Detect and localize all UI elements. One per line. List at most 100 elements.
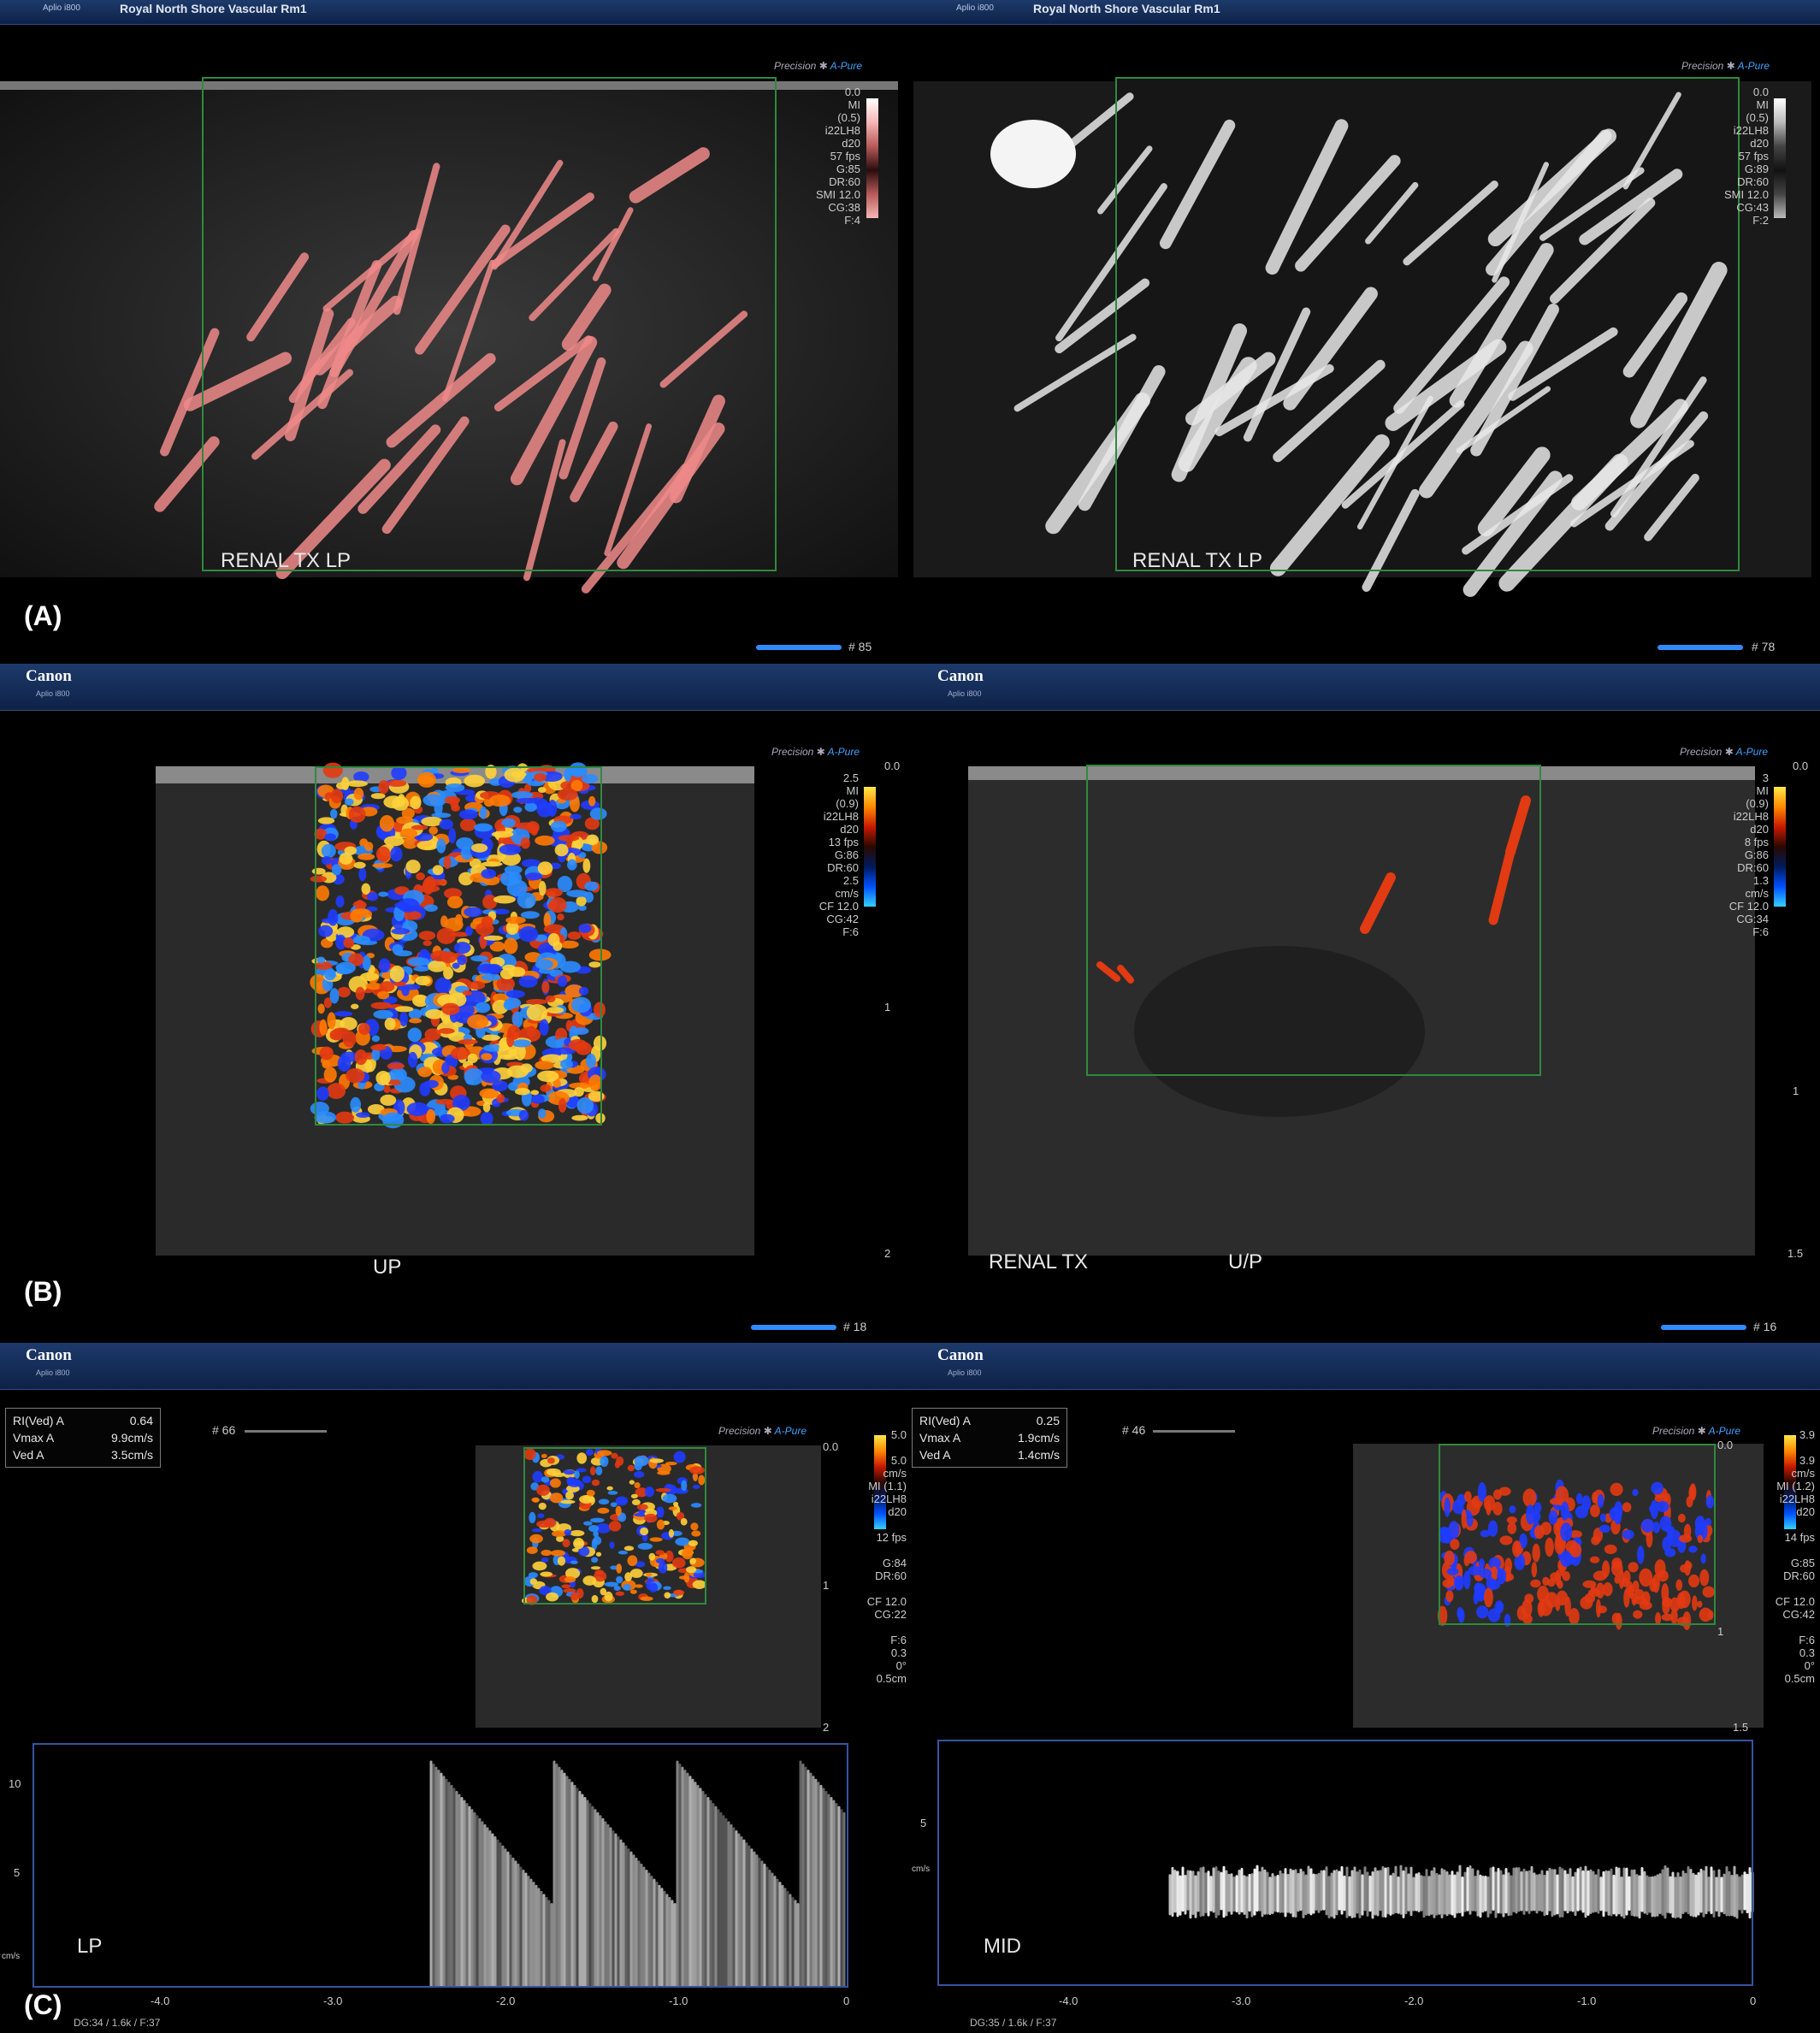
setting-line: 0.0 bbox=[1752, 86, 1769, 98]
setting-line: 3.9 bbox=[1799, 1454, 1815, 1467]
image-label: LP bbox=[77, 1935, 103, 1958]
setting-line: 3 bbox=[1762, 771, 1769, 784]
setting-line: d20 bbox=[1796, 1505, 1815, 1518]
depth-top: 0.0 bbox=[1793, 759, 1809, 772]
x-tick: -4.0 bbox=[1059, 1995, 1078, 2007]
setting-line: 12 fps bbox=[876, 1531, 907, 1544]
velocity-color-scale bbox=[1774, 787, 1786, 907]
depth-mid: 1 bbox=[823, 1579, 830, 1592]
setting-line: G:89 bbox=[1744, 163, 1769, 175]
frame-slider[interactable] bbox=[1661, 1325, 1746, 1330]
depth-top: 0.0 bbox=[823, 1440, 839, 1453]
panel-c-right: Canon Aplio i800 RI(Ved) A 0.25 Vmax A 1.9… bbox=[912, 1343, 1820, 2033]
setting-line: CF 12.0 bbox=[1728, 900, 1769, 913]
depth-mid: 1 bbox=[1717, 1625, 1724, 1638]
setting-line: F:6 bbox=[842, 925, 859, 938]
setting-line: CG:42 bbox=[826, 913, 859, 925]
setting-line bbox=[838, 1441, 907, 1454]
y-unit: cm/s bbox=[912, 1865, 931, 1874]
setting-line: 0.3 bbox=[1799, 1646, 1815, 1659]
roi-box bbox=[202, 77, 777, 571]
setting-line: i22LH8 bbox=[1733, 124, 1769, 137]
setting-line: (0.5) bbox=[837, 111, 860, 124]
setting-line: (0.9) bbox=[1746, 797, 1769, 810]
section-label-b: (B) bbox=[24, 1276, 62, 1307]
settings-column: 2.5 MI (0.9) i22LH8 d20 13 fps G:86 DR:60 2.5 cm/… bbox=[790, 771, 859, 938]
setting-line bbox=[1746, 1621, 1815, 1634]
roi-box bbox=[1086, 765, 1541, 1076]
depth-top: 0.0 bbox=[884, 759, 901, 772]
frame-slider[interactable] bbox=[751, 1325, 836, 1330]
image-label-left: RENAL TX bbox=[989, 1250, 1089, 1274]
mode-label: Precision ✱ A-Pure bbox=[1680, 746, 1768, 758]
image-label: RENAL TX LP bbox=[1132, 549, 1263, 572]
x-tick: -1.0 bbox=[1577, 1995, 1597, 2007]
settings-column: 3.9 3.9 cm/s MI (1.2) i22LH8 d20 14 fps G:85… bbox=[1746, 1428, 1815, 1685]
setting-line: MI (1.2) bbox=[1776, 1480, 1815, 1492]
settings-column: 0.0 MI (0.5) i22LH8 d20 57 fps G:89 DR:60 SMI 12… bbox=[1709, 86, 1769, 227]
footer-settings: DG:35 / 1.6k / F:37 bbox=[970, 2017, 1057, 2029]
y-tick-0: 10 bbox=[9, 1777, 21, 1790]
setting-line: G:86 bbox=[1744, 848, 1769, 861]
setting-line: cm/s bbox=[835, 887, 859, 900]
panel-a-right: Aplio i800 Royal North Shore Vascular Rm… bbox=[913, 0, 1820, 659]
setting-line bbox=[838, 1544, 907, 1557]
y-tick-1: 5 bbox=[14, 1866, 21, 1879]
setting-line: 5.0 bbox=[890, 1428, 907, 1441]
setting-line: 57 fps bbox=[830, 150, 860, 163]
setting-line: MI bbox=[1756, 784, 1769, 797]
roi-box bbox=[1439, 1444, 1716, 1625]
setting-line: CG:43 bbox=[1736, 201, 1769, 214]
smi-color-scale bbox=[866, 98, 878, 218]
setting-line: (0.5) bbox=[1746, 111, 1769, 124]
setting-line: 0° bbox=[1804, 1659, 1815, 1672]
x-tick: -2.0 bbox=[496, 1995, 516, 2007]
setting-line: 0.3 bbox=[890, 1646, 907, 1659]
mode-label: Precision ✱ A-Pure bbox=[1681, 60, 1770, 72]
setting-line: 1.3 bbox=[1752, 874, 1769, 887]
setting-line bbox=[838, 1518, 907, 1531]
velocity-color-scale bbox=[864, 787, 876, 907]
roi-box bbox=[315, 766, 602, 1126]
image-label: RENAL TX LP bbox=[221, 549, 352, 572]
depth-bottom: 2 bbox=[823, 1721, 830, 1734]
frame-number: # 78 bbox=[1752, 640, 1776, 653]
image-label: UP bbox=[373, 1256, 402, 1279]
frame-number: # 18 bbox=[843, 1320, 867, 1333]
panel-b-right: Canon Aplio i800 Precision ✱ A-Pure 3 MI(… bbox=[912, 664, 1820, 1338]
setting-line: d20 bbox=[840, 823, 859, 836]
spectral-display bbox=[32, 1743, 848, 1988]
setting-line bbox=[1746, 1544, 1815, 1557]
setting-line: DR:60 bbox=[1737, 861, 1769, 874]
x-tick: -3.0 bbox=[323, 1995, 343, 2007]
setting-line: CF 12.0 bbox=[1775, 1595, 1815, 1608]
setting-line bbox=[1746, 1582, 1815, 1595]
y-unit: cm/s bbox=[2, 1952, 21, 1961]
x-tick: -3.0 bbox=[1232, 1995, 1251, 2007]
setting-line: DR:60 bbox=[1737, 175, 1769, 188]
frame-slider[interactable] bbox=[1658, 645, 1743, 650]
setting-line: i22LH8 bbox=[823, 810, 859, 823]
settings-column: 3 MI (0.9) i22LH8 d20 8 fps G:86 DR:60 1.3 cm/s CF… bbox=[1705, 771, 1769, 938]
panel-c-left: Canon Aplio i800 RI(Ved) A 0.64 Vmax A 9.9… bbox=[0, 1343, 912, 2033]
setting-line: CG:22 bbox=[874, 1608, 907, 1621]
panel-a-left: Aplio i800 Royal North Shore Vascular Rm… bbox=[0, 0, 913, 659]
frame-slider[interactable] bbox=[756, 645, 842, 650]
setting-line bbox=[838, 1621, 907, 1634]
setting-line: d20 bbox=[842, 137, 860, 150]
setting-line: DR:60 bbox=[829, 175, 860, 188]
setting-line: SMI 12.0 bbox=[815, 188, 860, 201]
setting-line bbox=[1746, 1518, 1815, 1531]
setting-line: 0° bbox=[895, 1659, 907, 1672]
setting-line: F:6 bbox=[1752, 925, 1769, 938]
setting-line: cm/s bbox=[883, 1467, 907, 1480]
x-tick: -4.0 bbox=[151, 1995, 170, 2007]
setting-line: 57 fps bbox=[1738, 150, 1769, 163]
setting-line: d20 bbox=[888, 1505, 907, 1518]
image-label: MID bbox=[984, 1935, 1021, 1958]
setting-line: CG:42 bbox=[1782, 1608, 1815, 1621]
spectral-display bbox=[937, 1740, 1753, 1986]
setting-line: i22LH8 bbox=[871, 1492, 907, 1505]
x-tick: -2.0 bbox=[1404, 1995, 1424, 2007]
setting-line: F:6 bbox=[1799, 1634, 1815, 1646]
